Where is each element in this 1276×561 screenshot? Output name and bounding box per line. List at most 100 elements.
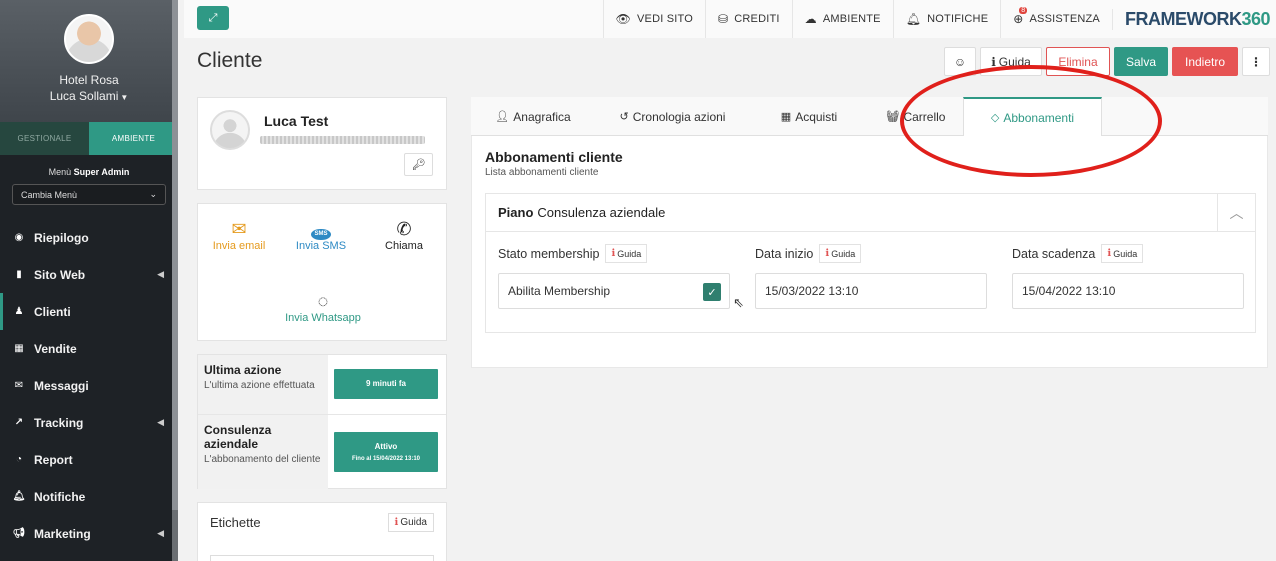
chevron-left-icon: ◀ bbox=[157, 417, 164, 427]
info-icon: ℹ bbox=[991, 54, 996, 69]
data-inizio-label: Data inizio bbox=[755, 246, 814, 261]
plan-name: Consulenza aziendale bbox=[537, 205, 666, 220]
subscriptions-panel: Abbonamenti cliente Lista abbonamenti cl… bbox=[471, 136, 1268, 368]
smile-icon: ☺ bbox=[953, 54, 967, 69]
sidebar-menu: ◉ Riepilogo ▮ Sito Web ◀ ♟ Clienti ▦ Vendite … bbox=[0, 219, 178, 552]
menu-select[interactable]: Cambia Menù ⌄ bbox=[12, 184, 166, 205]
key-button[interactable]: 🔑︎ bbox=[404, 153, 433, 176]
last-action-badge[interactable]: 9 minuti fa bbox=[334, 369, 438, 399]
client-tabs: 👤︎ Anagrafica ↺ Cronologia azioni ▦ Acquist… bbox=[471, 97, 1268, 136]
plan-header[interactable]: Piano Consulenza aziendale ︿ bbox=[486, 194, 1255, 232]
ambiente-link[interactable]: ☁ AMBIENTE bbox=[791, 0, 893, 38]
stato-guida-button[interactable]: ℹ Guida bbox=[605, 244, 648, 263]
data-scadenza-input[interactable]: 15/04/2022 13:10 bbox=[1012, 273, 1244, 309]
sidebar-item-sito-web[interactable]: ▮ Sito Web ◀ bbox=[0, 256, 178, 293]
subscription-label: Consulenza aziendale L'abbonamento del cl… bbox=[198, 415, 328, 489]
sidebar-item-label: Tracking bbox=[34, 415, 84, 430]
crediti-link[interactable]: ⛁ CREDITI bbox=[705, 0, 792, 38]
more-button[interactable]: ⋮ bbox=[1242, 47, 1270, 76]
labels-card: Etichette ℹ Guida bbox=[197, 502, 447, 561]
guida-button[interactable]: ℹ Guida bbox=[980, 47, 1042, 76]
coins-icon: ⛁ bbox=[718, 12, 729, 26]
panel-subtitle: Lista abbonamenti cliente bbox=[485, 167, 599, 178]
file-icon: ▮ bbox=[16, 269, 22, 280]
scadenza-guida-button[interactable]: ℹ Guida bbox=[1101, 244, 1144, 263]
caret-down-icon: ▼ bbox=[120, 93, 129, 102]
assistenza-link[interactable]: ⊕ 8 ASSISTENZA bbox=[1000, 0, 1112, 38]
stato-membership-checkbox-field[interactable]: Abilita Membership ✓ bbox=[498, 273, 730, 309]
history-icon: ↺ bbox=[619, 111, 629, 123]
user-edit-icon: 👤︎ bbox=[495, 111, 510, 123]
collapse-button[interactable]: ︿ bbox=[1217, 194, 1255, 231]
bell-icon: 🔔︎ bbox=[12, 491, 26, 502]
brand-logo[interactable]: FRAMEWORK360 bbox=[1111, 8, 1276, 30]
inizio-guida-button[interactable]: ℹ Guida bbox=[819, 244, 862, 263]
call-action[interactable]: ✆ Chiama bbox=[374, 218, 434, 252]
salva-button[interactable]: Salva bbox=[1114, 47, 1168, 76]
data-inizio-input[interactable]: 15/03/2022 13:10 bbox=[755, 273, 987, 309]
subscription-status-badge[interactable]: Attivo Fino al 15/04/2022 13:10 bbox=[334, 432, 438, 472]
info-icon: ℹ bbox=[1107, 248, 1112, 259]
sidebar-item-tracking[interactable]: ↗ Tracking ◀ bbox=[0, 404, 178, 441]
tab-label: Abbonamenti bbox=[1003, 110, 1075, 125]
tab-carrello[interactable]: 🧺︎ Carrello bbox=[868, 97, 963, 136]
chevron-left-icon: ◀ bbox=[157, 528, 164, 538]
tab-ambiente[interactable]: AMBIENTE bbox=[89, 122, 178, 155]
vedi-sito-link[interactable]: 👁︎ VEDI SITO bbox=[602, 0, 705, 38]
expand-button[interactable]: ⤢ bbox=[197, 6, 229, 30]
plan-box: Piano Consulenza aziendale ︿ Stato member… bbox=[485, 193, 1256, 333]
whatsapp-action[interactable]: ◌ Invia Whatsapp bbox=[268, 290, 378, 324]
labels-guida-button[interactable]: ℹ Guida bbox=[387, 513, 434, 532]
sidebar-item-label: Riepilogo bbox=[34, 230, 89, 245]
sidebar-item-riepilogo[interactable]: ◉ Riepilogo bbox=[0, 219, 178, 256]
sidebar-item-label: Sito Web bbox=[34, 267, 86, 282]
labels-input[interactable] bbox=[210, 555, 434, 561]
tab-gestionale[interactable]: GESTIONALE bbox=[0, 122, 89, 155]
checkbox-checked-icon[interactable]: ✓ bbox=[703, 283, 721, 301]
sidebar-item-label: Notifiche bbox=[34, 489, 86, 504]
contact-avatar bbox=[210, 110, 250, 150]
megaphone-icon: 📢︎ bbox=[12, 528, 26, 539]
basket-icon: 🧺︎ bbox=[885, 111, 900, 123]
sms-icon: SMS bbox=[286, 218, 356, 240]
info-icon: ℹ bbox=[825, 248, 830, 259]
sidebar-item-notifiche[interactable]: 🔔︎ Notifiche bbox=[0, 478, 178, 515]
tab-anagrafica[interactable]: 👤︎ Anagrafica bbox=[471, 97, 595, 136]
indietro-button[interactable]: Indietro bbox=[1172, 47, 1238, 76]
last-action-label: Ultima azione L'ultima azione effettuata bbox=[198, 355, 328, 414]
redacted-info bbox=[260, 136, 425, 144]
tab-label: Acquisti bbox=[795, 109, 838, 124]
data-inizio-field: Data inizio ℹ Guida 15/03/2022 13:10 bbox=[755, 244, 987, 309]
sidebar-item-vendite[interactable]: ▦ Vendite bbox=[0, 330, 178, 367]
last-action-subtitle: L'ultima azione effettuata bbox=[204, 380, 315, 391]
sidebar-item-clienti[interactable]: ♟ Clienti bbox=[0, 293, 178, 330]
user-name: Luca Sollami bbox=[49, 89, 119, 103]
tab-cronologia-azioni[interactable]: ↺ Cronologia azioni bbox=[595, 97, 750, 136]
sidebar-scrollbar[interactable] bbox=[172, 0, 178, 561]
notifiche-link[interactable]: 🔔︎ NOTIFICHE bbox=[892, 0, 1001, 38]
contact-actions-card: ✉ Invia email SMS Invia SMS ✆ Chiama ◌ Invia… bbox=[197, 203, 447, 341]
kebab-icon: ⋮ bbox=[1250, 54, 1262, 69]
tab-label: Anagrafica bbox=[513, 109, 571, 124]
sidebar-item-report[interactable]: ◔ Report bbox=[0, 441, 178, 478]
send-email-action[interactable]: ✉ Invia email bbox=[210, 218, 268, 252]
last-action-title: Ultima azione bbox=[204, 363, 282, 377]
field-label-row: Data scadenza ℹ Guida bbox=[1012, 244, 1244, 263]
emoji-button[interactable]: ☺ bbox=[944, 47, 976, 76]
hotel-name: Hotel Rosa bbox=[59, 73, 119, 87]
scrollbar-thumb[interactable] bbox=[172, 0, 178, 510]
labels-title: Etichette bbox=[210, 515, 261, 530]
user-menu[interactable]: Luca Sollami ▼ bbox=[0, 88, 178, 106]
diamond-icon: ◇ bbox=[990, 112, 1000, 124]
tab-abbonamenti[interactable]: ◇ Abbonamenti bbox=[963, 97, 1102, 136]
page-title: Cliente bbox=[197, 49, 263, 72]
call-label: Chiama bbox=[385, 240, 423, 252]
sidebar-item-marketing[interactable]: 📢︎ Marketing ◀ bbox=[0, 515, 178, 552]
sidebar-item-messaggi[interactable]: ✉ Messaggi bbox=[0, 367, 178, 404]
avatar[interactable] bbox=[64, 14, 114, 64]
tab-acquisti[interactable]: ▦ Acquisti bbox=[750, 97, 868, 136]
guida-label: Guida bbox=[831, 248, 856, 259]
send-sms-action[interactable]: SMS Invia SMS bbox=[286, 218, 356, 252]
elimina-button[interactable]: Elimina bbox=[1046, 47, 1110, 76]
key-icon: 🔑︎ bbox=[411, 159, 426, 171]
